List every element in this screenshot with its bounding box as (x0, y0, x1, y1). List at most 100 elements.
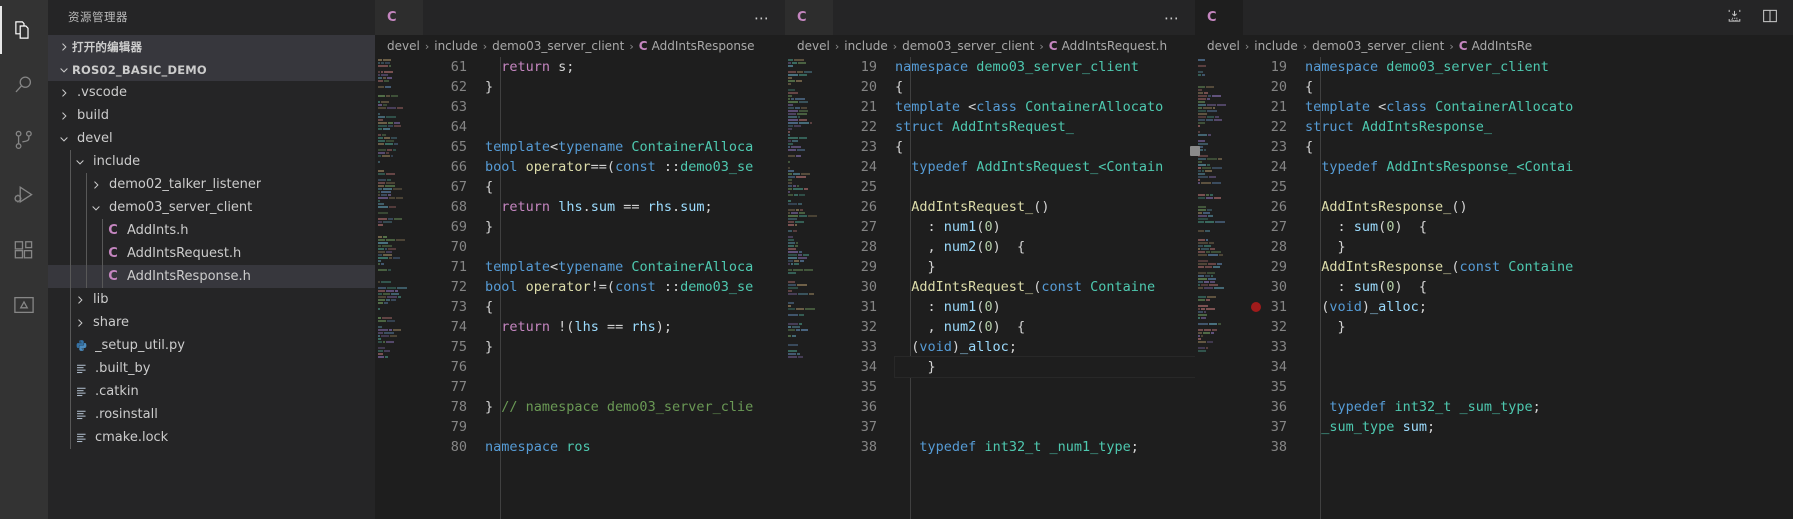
minimap-3[interactable] (1195, 57, 1241, 519)
tree-item--rosinstall[interactable]: .rosinstall (48, 403, 375, 426)
section-open-editors[interactable]: 打开的编辑器 (48, 35, 375, 58)
breadcrumb-item[interactable]: include (434, 39, 477, 53)
minimap-segment (798, 116, 800, 118)
minimap-line (1198, 161, 1241, 163)
minimap-segment (387, 107, 396, 109)
open-editors-label: 打开的编辑器 (72, 39, 143, 54)
editor-split-sash-2[interactable] (1190, 0, 1200, 519)
editor-actions-more-icon[interactable]: ⋯ (740, 0, 785, 35)
minimap-line (1198, 122, 1241, 124)
code-content-3[interactable]: namespace demo03_server_client {template … (1303, 57, 1793, 519)
minimap-line (788, 116, 831, 118)
split-editor-down-icon[interactable] (1726, 7, 1743, 28)
code-token: () (1451, 199, 1468, 215)
text-file-icon (72, 431, 90, 444)
code-token: } (485, 399, 502, 415)
code-token: ; (1008, 339, 1017, 355)
line-number: 66 (450, 159, 467, 175)
minimap-1[interactable] (375, 57, 421, 519)
breadcrumb-item[interactable]: AddIntsResponse (652, 39, 755, 53)
minimap-line (788, 191, 831, 193)
editor-actions-more-icon[interactable]: ⋯ (1150, 0, 1195, 35)
chevron-right-icon[interactable] (56, 85, 72, 101)
chevron-down-icon[interactable] (72, 154, 88, 170)
breadcrumb-item[interactable]: devel (797, 39, 830, 53)
minimap-segment (393, 329, 401, 331)
minimap-segment (1211, 275, 1213, 277)
indent-guide (70, 242, 71, 265)
breadcrumb-item[interactable]: demo03_server_client (1312, 39, 1444, 53)
line-number: 24 (860, 159, 877, 175)
tree-item-cmake-lock[interactable]: cmake.lock (48, 426, 375, 449)
minimap-segment (378, 71, 380, 73)
breadcrumb-item[interactable]: devel (387, 39, 420, 53)
tree-item-build[interactable]: build (48, 104, 375, 127)
code-token: _num1_type (1049, 439, 1131, 455)
tree-item--setup-util-py[interactable]: _setup_util.py (48, 334, 375, 357)
breadcrumb-item[interactable]: devel (1207, 39, 1240, 53)
tree-item-addintsresponse-h[interactable]: C AddIntsResponse.h (48, 265, 375, 288)
line-number-gutter-1[interactable]: 61 62 63 64 65 66 67 68 69 70 71 72 73 74 75 76 77 78 79 80 (421, 57, 483, 519)
chevron-down-icon[interactable] (88, 200, 104, 216)
tree-item-addints-h[interactable]: C AddInts.h (48, 219, 375, 242)
tree-item-share[interactable]: share (48, 311, 375, 334)
tab-addintsrequest-h[interactable]: C (785, 0, 834, 35)
activity-item-search[interactable] (0, 61, 48, 109)
breadcrumb-item[interactable]: AddIntsRe (1472, 39, 1533, 53)
activity-item-source-control[interactable] (0, 116, 48, 164)
tree-item-devel[interactable]: devel (48, 127, 375, 150)
toggle-panel-layout-icon[interactable] (1761, 7, 1779, 29)
code-editor-1[interactable]: 61 62 63 64 65 66 67 68 69 70 71 72 73 74 75 76 77 78 79 80… (375, 57, 785, 519)
tree-item--built-by[interactable]: .built_by (48, 357, 375, 380)
line-number-gutter-2[interactable]: 19 20 21 22 23 24 25 26 27 28 29 30 31 32 33 34 35 36 37 38 (831, 57, 893, 519)
chevron-right-icon[interactable] (72, 315, 88, 331)
activity-item-remote-explorer[interactable] (0, 281, 48, 329)
breadcrumb-item[interactable]: AddIntsRequest.h (1062, 39, 1168, 53)
breadcrumb-item[interactable]: include (844, 39, 887, 53)
minimap-segment (1198, 110, 1206, 112)
minimap-2[interactable] (785, 57, 831, 519)
chevron-right-icon[interactable] (56, 108, 72, 124)
minimap-line (788, 344, 831, 346)
chevron-down-icon[interactable] (56, 131, 72, 147)
activity-item-extensions[interactable] (0, 226, 48, 274)
minimap-segment (1204, 287, 1213, 289)
minimap-segment (378, 116, 385, 118)
tree-item-demo03-server-client[interactable]: demo03_server_client (48, 196, 375, 219)
breadcrumb-item[interactable]: include (1254, 39, 1297, 53)
code-content-2[interactable]: namespace demo03_server_client {template … (893, 57, 1195, 519)
minimap-segment (796, 308, 804, 310)
breadcrumb-item[interactable]: demo03_server_client (902, 39, 1034, 53)
code-editor-3[interactable]: 19 20 21 22 23 24 25 26 27 28 29 30 31 32 33 34 35 36 37 38… (1195, 57, 1793, 519)
chevron-right-icon[interactable] (72, 292, 88, 308)
breadcrumb-item[interactable]: demo03_server_client (492, 39, 624, 53)
search-icon (11, 72, 37, 98)
tree-item-demo02-talker-listener[interactable]: demo02_talker_listener (48, 173, 375, 196)
tab-addintsresponse-h[interactable]: C (1195, 0, 1244, 35)
tree-item--catkin[interactable]: .catkin (48, 380, 375, 403)
tree-item-include[interactable]: include (48, 150, 375, 173)
minimap-segment (798, 257, 807, 259)
tree-item-addintsrequest-h[interactable]: C AddIntsRequest.h (48, 242, 375, 265)
sash-drag-handle[interactable] (1190, 146, 1200, 156)
tree-item-label: .built_by (95, 361, 151, 376)
code-content-1[interactable]: return s;} template<typename ContainerAl… (483, 57, 785, 519)
tab-addintsresponse-h[interactable]: C (375, 0, 424, 35)
editor-split-sash-1[interactable] (783, 0, 787, 519)
code-token: !=( (590, 279, 616, 295)
activity-item-run-and-debug[interactable] (0, 171, 48, 219)
activity-item-explorer[interactable] (0, 6, 48, 54)
line-number-gutter-3[interactable]: 19 20 21 22 23 24 25 26 27 28 29 30 31 32 33 34 35 36 37 38 (1241, 57, 1303, 519)
tree-item-lib[interactable]: lib (48, 288, 375, 311)
section-project-root[interactable]: ROS02_BASIC_DEMO (48, 58, 375, 81)
minimap-segment (386, 239, 395, 241)
code-editor-2[interactable]: 19 20 21 22 23 24 25 26 27 28 29 30 31 32 33 34 35 36 37 38… (785, 57, 1195, 519)
tree-item--vscode[interactable]: .vscode (48, 81, 375, 104)
breakpoint-icon[interactable] (1251, 302, 1261, 312)
line-number: 62 (450, 79, 467, 95)
chevron-right-icon[interactable] (88, 177, 104, 193)
minimap-line (788, 275, 831, 277)
minimap-segment (799, 194, 805, 196)
